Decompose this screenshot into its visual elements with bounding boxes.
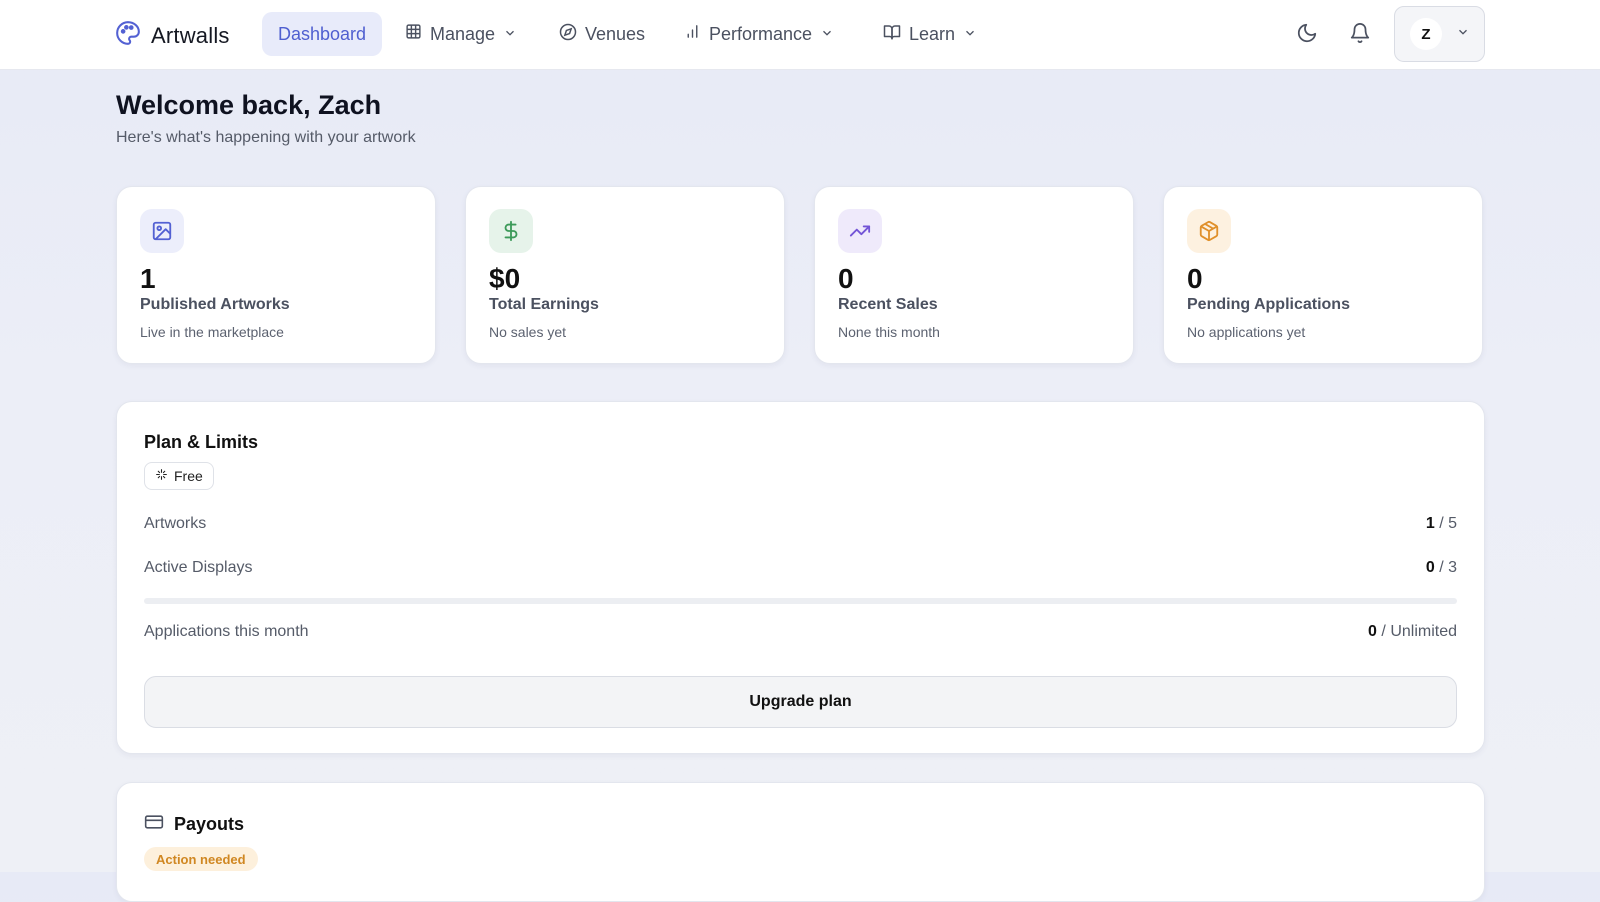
avatar: Z (1410, 18, 1442, 50)
limit-separator: / (1439, 515, 1444, 532)
stat-value: 0 (838, 263, 854, 294)
stat-card-published-artworks: 1 Published Artworks Live in the marketp… (116, 186, 436, 364)
chevron-down-icon (503, 24, 517, 45)
limit-value-applications: 0 / Unlimited (1368, 623, 1457, 641)
limit-value-artworks: 1 / 5 (1426, 515, 1457, 533)
limit-used: 0 (1425, 559, 1435, 576)
plan-title: Plan & Limits (144, 432, 259, 452)
stat-value: $0 (489, 263, 521, 294)
limit-value-active-displays: 0 / 3 (1426, 559, 1457, 577)
moon-icon (1296, 22, 1318, 49)
limit-used: 1 (1425, 515, 1435, 532)
payouts-header: Payouts (144, 812, 244, 837)
nav-dashboard-label: Dashboard (277, 23, 367, 44)
theme-toggle-button[interactable] (1292, 20, 1322, 50)
limit-max: 3 (1448, 559, 1457, 576)
package-icon (1187, 209, 1231, 253)
limit-max: Unlimited (1390, 623, 1457, 640)
stat-subtext: No sales yet (489, 324, 567, 340)
plan-limits-panel: Plan & Limits Free Artworks 1 / 5 Active… (116, 401, 1485, 754)
book-icon (883, 23, 901, 46)
top-navbar: Artwalls Dashboard Manage Venues Perform… (0, 0, 1600, 70)
plan-badge-label: Free (174, 468, 203, 484)
page-subtitle: Here's what's happening with your artwor… (116, 129, 416, 146)
payouts-panel: Payouts Action needed (116, 782, 1485, 902)
chevron-down-icon (963, 24, 977, 45)
grid-icon (405, 23, 422, 45)
limit-separator: / (1439, 559, 1444, 576)
bell-icon (1349, 22, 1371, 49)
nav-learn[interactable]: Learn (870, 12, 990, 56)
payouts-title: Payouts (174, 814, 245, 834)
limit-label-applications: Applications this month (144, 623, 309, 640)
plan-badge: Free (144, 462, 214, 490)
nav-manage-label: Manage (430, 23, 496, 44)
chevron-down-icon (1456, 25, 1470, 44)
stat-label: Recent Sales (838, 296, 938, 313)
nav-performance-label: Performance (709, 23, 813, 44)
trending-up-icon (838, 209, 882, 253)
image-icon (140, 209, 184, 253)
nav-manage[interactable]: Manage (392, 12, 530, 56)
stat-label: Pending Applications (1187, 296, 1350, 313)
stat-value: 1 (140, 263, 156, 294)
stat-subtext: No applications yet (1187, 324, 1306, 340)
palette-icon (115, 20, 141, 51)
limit-label-artworks: Artworks (144, 515, 207, 532)
stat-label: Published Artworks (140, 296, 290, 313)
limit-max: 5 (1448, 515, 1457, 532)
sparkles-icon (155, 468, 168, 484)
compass-icon (559, 23, 577, 46)
limit-separator: / (1381, 623, 1386, 640)
brand-logo[interactable]: Artwalls (115, 20, 230, 51)
stat-card-recent-sales: 0 Recent Sales None this month (814, 186, 1134, 364)
stat-card-pending-applications: 0 Pending Applications No applications y… (1163, 186, 1483, 364)
nav-learn-label: Learn (909, 23, 956, 44)
limit-used: 0 (1368, 623, 1377, 640)
page-title: Welcome back, Zach (116, 90, 382, 120)
stat-subtext: Live in the marketplace (140, 324, 284, 340)
nav-venues[interactable]: Venues (546, 12, 658, 56)
stat-label: Total Earnings (489, 296, 599, 313)
notifications-button[interactable] (1345, 20, 1375, 50)
dollar-icon (489, 209, 533, 253)
bar-chart-icon (684, 23, 701, 45)
nav-venues-label: Venues (585, 23, 646, 44)
nav-performance[interactable]: Performance (671, 12, 847, 56)
status-badge: Action needed (144, 847, 258, 871)
user-menu-button[interactable]: Z (1394, 6, 1485, 62)
limit-label-active-displays: Active Displays (144, 559, 253, 576)
brand-name: Artwalls (151, 22, 230, 48)
chevron-down-icon (820, 24, 834, 45)
stat-subtext: None this month (838, 324, 940, 340)
stat-value: 0 (1187, 263, 1203, 294)
nav-dashboard[interactable]: Dashboard (262, 12, 382, 56)
credit-card-icon (144, 812, 164, 837)
active-displays-progress-bar (144, 598, 1457, 604)
stat-card-total-earnings: $0 Total Earnings No sales yet (465, 186, 785, 364)
upgrade-plan-button[interactable]: Upgrade plan (144, 676, 1457, 728)
